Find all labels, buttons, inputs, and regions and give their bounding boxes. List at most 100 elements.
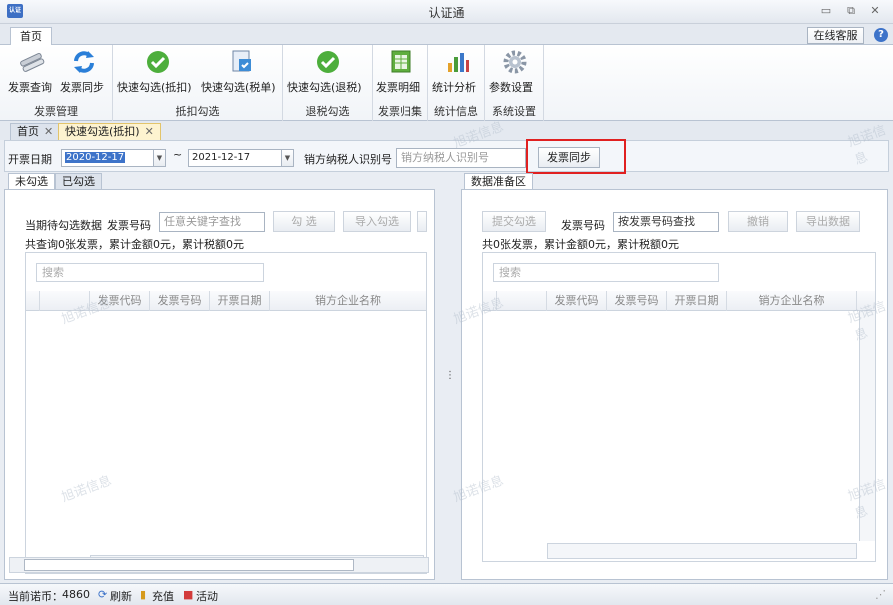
scroll-thumb[interactable]	[24, 559, 354, 571]
activity-link[interactable]: 活动	[196, 588, 218, 604]
export-data-button[interactable]: 导出数据	[796, 211, 860, 232]
refresh-link[interactable]: 刷新	[110, 588, 132, 604]
left-panel-hscroll[interactable]	[9, 557, 429, 573]
left-grid-header: 发票代码 发票号码 开票日期 销方企业名称	[26, 291, 426, 311]
online-service-button[interactable]: 在线客服	[807, 27, 864, 44]
tab-data-staging[interactable]: 数据准备区	[464, 173, 533, 190]
invoice-no-find-input[interactable]: 按发票号码查找	[613, 212, 719, 232]
close-icon[interactable]: ✕	[867, 4, 883, 18]
quick-check-refund-button[interactable]: 快速勾选(退税)	[287, 49, 369, 101]
document-tabs: 首页 ✕ 快速勾选(抵扣) ✕	[0, 121, 893, 140]
ribbon-group-label: 退税勾选	[305, 105, 350, 118]
col-invoice-date[interactable]: 开票日期	[667, 291, 727, 311]
col-invoice-number[interactable]: 发票号码	[150, 291, 210, 311]
quick-check-deduction-button[interactable]: 快速勾选(抵扣)	[117, 49, 199, 101]
window-title: 认证通	[428, 6, 465, 20]
right-grid-hscroll[interactable]	[547, 543, 857, 559]
close-tab-icon[interactable]: ✕	[44, 125, 53, 138]
right-grid: 搜索 发票代码 发票号码 开票日期 销方企业名称	[482, 252, 876, 562]
ribbon-tab-row: 首页 在线客服 ?	[0, 24, 893, 46]
close-tab-icon[interactable]: ✕	[145, 125, 154, 138]
ribbon-group-settings: 参数设置 系统设置	[485, 45, 544, 121]
parameter-settings-button[interactable]: 参数设置	[489, 49, 541, 101]
col-invoice-code[interactable]: 发票代码	[547, 291, 607, 311]
col-seller-name[interactable]: 销方企业名称	[727, 291, 857, 311]
title-bar: 认证 认证通 ▭ ⧉ ✕	[0, 0, 893, 24]
ribbon-tab-home[interactable]: 首页	[10, 27, 52, 46]
check-circle-icon	[317, 51, 339, 73]
statistics-analysis-button[interactable]: 统计分析	[432, 49, 482, 101]
recharge-icon[interactable]: ▮	[140, 588, 146, 601]
tax-document-icon	[232, 50, 251, 72]
maximize-icon[interactable]: ⧉	[843, 4, 859, 18]
doc-tab-home[interactable]: 首页 ✕	[10, 123, 61, 140]
left-panel: 当期待勾选数据 发票号码 任意关键字查找 勾 选 导入勾选 共查询0张发票，累计…	[4, 189, 435, 580]
refresh-icon[interactable]: ⟳	[98, 588, 107, 601]
minimize-icon[interactable]: ▭	[818, 4, 834, 18]
bar-chart-icon	[448, 53, 469, 72]
undo-button[interactable]: 撤销	[728, 211, 788, 232]
date-to-input[interactable]: 2021-12-17	[188, 149, 282, 167]
pending-label: 当期待勾选数据	[25, 219, 102, 232]
right-summary: 共0张发票，累计金额0元，累计税额0元	[482, 238, 679, 251]
grid-col-indicator	[483, 291, 497, 311]
submit-check-button[interactable]: 提交勾选	[482, 211, 546, 232]
right-grid-header: 发票代码 发票号码 开票日期 销方企业名称	[483, 291, 875, 311]
grid-col-indicator	[26, 291, 40, 311]
ribbon-group-label: 抵扣勾选	[175, 105, 220, 118]
left-summary: 共查询0张发票，累计金额0元，累计税额0元	[25, 238, 244, 251]
date-from-input[interactable]: 2020-12-17	[61, 149, 154, 167]
coins-value: 4860	[62, 588, 90, 601]
invoice-query-button[interactable]: 发票查询	[8, 49, 56, 101]
ribbon-group-deduction: 快速勾选(抵扣) 快速勾选(税单) 抵扣勾选	[113, 45, 283, 121]
right-grid-vscroll[interactable]	[859, 311, 875, 541]
ribbon-group-label: 系统设置	[492, 105, 536, 118]
select-all-checkbox[interactable]	[40, 291, 90, 311]
date-to-dropdown-icon[interactable]: ▼	[281, 149, 294, 167]
doc-tab-quick-check[interactable]: 快速勾选(抵扣) ✕	[58, 123, 161, 140]
invoice-no-label: 发票号码	[107, 219, 151, 232]
highlight-box	[526, 139, 626, 174]
ribbon-group-label: 统计信息	[434, 105, 478, 118]
invoice-no-search-input[interactable]: 任意关键字查找	[159, 212, 265, 232]
more-button[interactable]	[417, 211, 427, 232]
seller-tax-id-label: 销方纳税人识别号	[304, 153, 392, 166]
quick-check-taxform-button[interactable]: 快速勾选(税单)	[201, 49, 281, 101]
left-grid-search-input[interactable]: 搜索	[36, 263, 264, 282]
check-button[interactable]: 勾 选	[273, 211, 335, 232]
col-invoice-date[interactable]: 开票日期	[210, 291, 270, 311]
ribbon: 发票查询 发票同步 发票管理 快速勾选(抵扣) 快速勾选(税单) 抵扣勾选 快速…	[0, 45, 893, 121]
col-invoice-number[interactable]: 发票号码	[607, 291, 667, 311]
gear-icon	[503, 50, 527, 74]
ribbon-group-statistics: 统计分析 统计信息	[428, 45, 485, 121]
coins-label: 当前诺币：	[8, 590, 63, 603]
invoice-query-icon	[20, 52, 45, 72]
seller-tax-id-input[interactable]: 销方纳税人识别号	[396, 148, 526, 168]
invoice-detail-button[interactable]: 发票明细	[376, 49, 426, 101]
ribbon-group-refund: 快速勾选(退税) 退税勾选	[283, 45, 373, 121]
left-grid: 搜索 发票代码 发票号码 开票日期 销方企业名称	[25, 252, 427, 574]
invoice-no-label: 发票号码	[561, 219, 605, 232]
tab-unchecked[interactable]: 未勾选	[8, 173, 55, 190]
splitter-handle[interactable]: ⋮	[445, 370, 455, 384]
resize-grip-icon[interactable]: ⋰	[875, 588, 886, 601]
date-label: 开票日期	[8, 153, 52, 166]
check-circle-icon	[147, 51, 169, 73]
date-from-dropdown-icon[interactable]: ▼	[153, 149, 166, 167]
help-icon[interactable]: ?	[874, 28, 888, 42]
right-grid-search-input[interactable]: 搜索	[493, 263, 719, 282]
ribbon-group-label: 发票归集	[378, 105, 422, 118]
invoice-sync-button[interactable]: 发票同步	[60, 49, 108, 101]
col-seller-name[interactable]: 销方企业名称	[270, 291, 426, 311]
gift-icon[interactable]: ■	[183, 588, 193, 601]
recharge-link[interactable]: 充值	[152, 588, 174, 604]
col-invoice-code[interactable]: 发票代码	[90, 291, 150, 311]
tab-checked[interactable]: 已勾选	[55, 173, 102, 190]
ribbon-group-invoice-management: 发票查询 发票同步 发票管理	[0, 45, 113, 121]
spreadsheet-icon	[391, 50, 411, 73]
range-separator: ~	[173, 148, 183, 161]
select-all-checkbox[interactable]	[497, 291, 547, 311]
import-check-button[interactable]: 导入勾选	[343, 211, 411, 232]
right-panel: 提交勾选 发票号码 按发票号码查找 撤销 导出数据 共0张发票，累计金额0元，累…	[461, 189, 888, 580]
ribbon-group-label: 发票管理	[34, 105, 78, 118]
